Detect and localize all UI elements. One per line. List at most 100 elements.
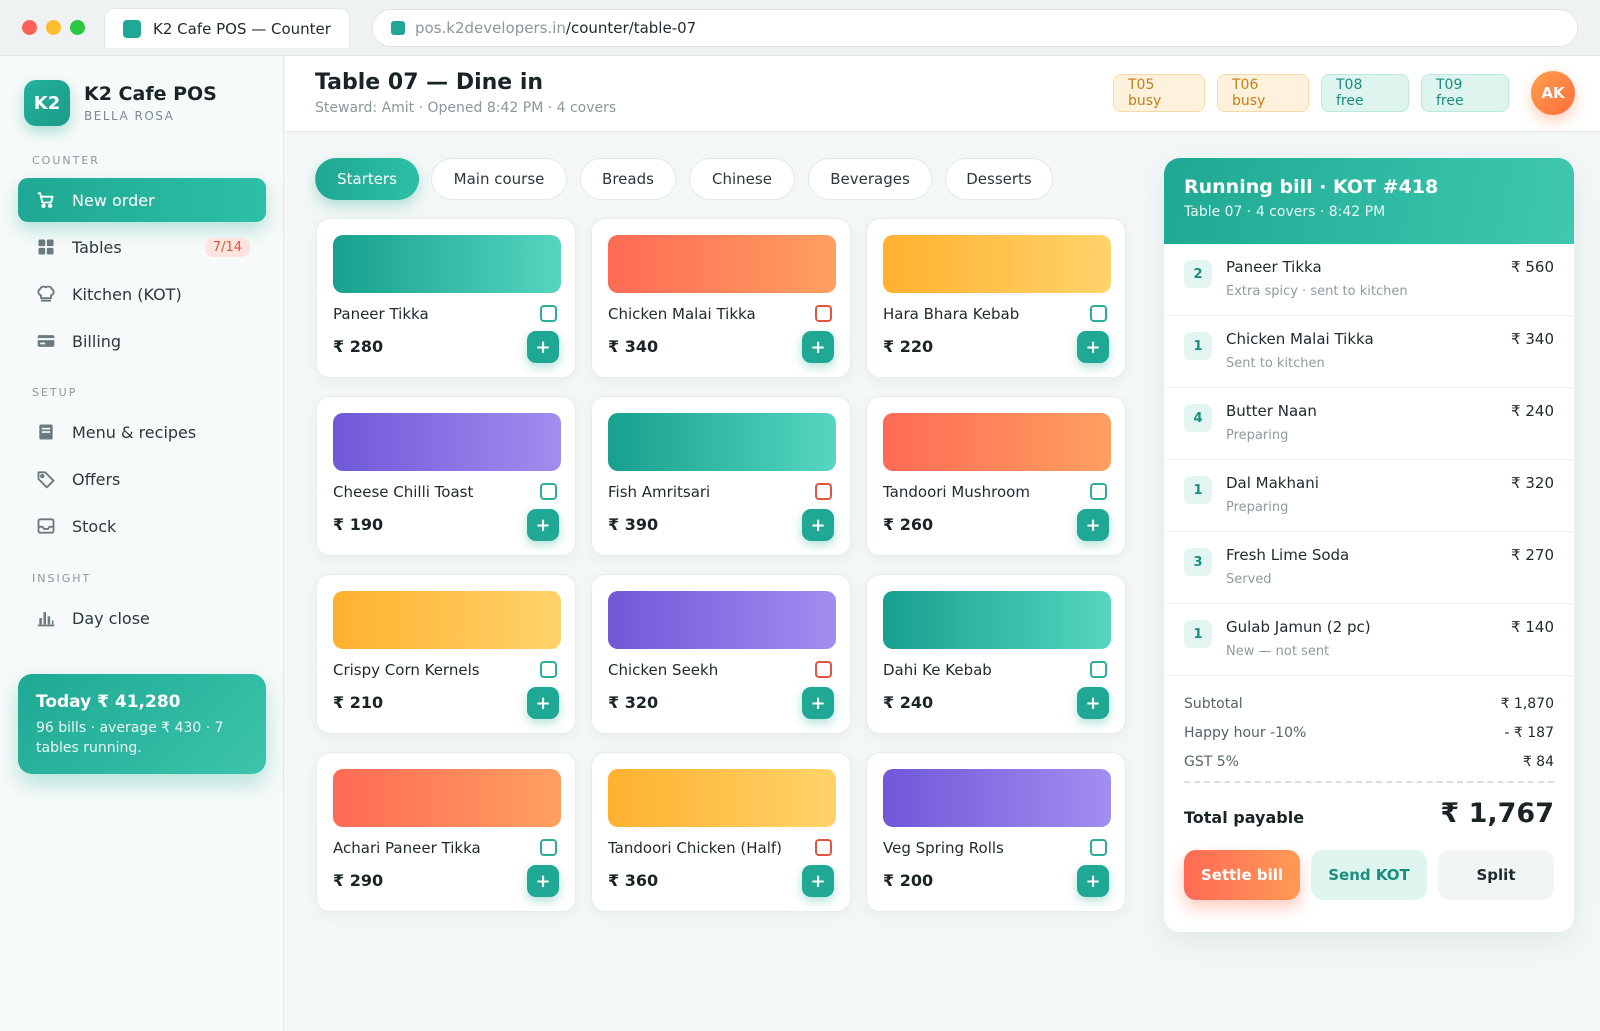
add-item-button[interactable]: + <box>527 865 559 897</box>
settle-bill-button[interactable]: Settle bill <box>1184 850 1300 900</box>
gst-value: ₹ 84 <box>1522 754 1554 770</box>
item-note: Served <box>1226 572 1272 587</box>
table-chip-t09[interactable]: T09 free <box>1421 74 1509 112</box>
bill-line-item[interactable]: 3 Fresh Lime Soda Served ₹ 270 <box>1164 532 1574 604</box>
menu-item-card[interactable]: Fish Amritsari ₹ 390 + <box>591 396 851 556</box>
menu-item-card[interactable]: Hara Bhara Kebab ₹ 220 + <box>866 218 1126 378</box>
item-price: ₹ 390 <box>608 515 659 534</box>
split-bill-button[interactable]: Split <box>1438 850 1554 900</box>
total-label: Total payable <box>1184 808 1305 827</box>
bill-line-item[interactable]: 1 Gulab Jamun (2 pc) New — not sent ₹ 14… <box>1164 604 1574 676</box>
item-price: ₹ 360 <box>608 871 659 890</box>
non-veg-indicator <box>815 661 832 678</box>
tab-desserts[interactable]: Desserts <box>945 158 1053 200</box>
subtotal-value: ₹ 1,870 <box>1500 696 1554 712</box>
menu-item-card[interactable]: Paneer Tikka ₹ 280 + <box>316 218 576 378</box>
menu-item-card[interactable]: Veg Spring Rolls ₹ 200 + <box>866 752 1126 912</box>
item-quantity: 1 <box>1184 476 1212 504</box>
tab-beverages[interactable]: Beverages <box>808 158 932 200</box>
add-item-button[interactable]: + <box>527 687 559 719</box>
send-kot-button[interactable]: Send KOT <box>1311 850 1427 900</box>
add-item-button[interactable]: + <box>1077 865 1109 897</box>
item-price: ₹ 200 <box>883 871 934 890</box>
maximize-window-button[interactable] <box>70 20 85 35</box>
add-item-button[interactable]: + <box>527 509 559 541</box>
sidebar-item-kitchen[interactable]: Kitchen (KOT) <box>18 272 266 316</box>
add-item-button[interactable]: + <box>527 331 559 363</box>
sidebar-item-tables[interactable]: Tables 7/14 <box>18 225 266 269</box>
veg-indicator <box>540 483 557 500</box>
menu-item-card[interactable]: Chicken Seekh ₹ 320 + <box>591 574 851 734</box>
sidebar-item-new-order[interactable]: New order <box>18 178 266 222</box>
add-item-button[interactable]: + <box>802 687 834 719</box>
tag-icon <box>36 469 56 489</box>
sidebar-item-stock[interactable]: Stock <box>18 504 266 548</box>
menu-item-card[interactable]: Chicken Malai Tikka ₹ 340 + <box>591 218 851 378</box>
menu-item-card[interactable]: Cheese Chilli Toast ₹ 190 + <box>316 396 576 556</box>
address-bar[interactable]: pos.k2developers.in/counter/table-07 <box>372 9 1578 47</box>
add-item-button[interactable]: + <box>1077 687 1109 719</box>
veg-indicator <box>540 305 557 322</box>
item-image <box>883 591 1111 649</box>
bill-line-item[interactable]: 1 Chicken Malai Tikka Sent to kitchen ₹ … <box>1164 316 1574 388</box>
item-name: Chicken Malai Tikka <box>1226 330 1374 348</box>
bill-line-item[interactable]: 1 Dal Makhani Preparing ₹ 320 <box>1164 460 1574 532</box>
tab-main-course[interactable]: Main course <box>431 158 567 200</box>
user-avatar[interactable]: AK <box>1531 71 1575 115</box>
sidebar-item-menu-recipes[interactable]: Menu & recipes <box>18 410 266 454</box>
sidebar-item-label: Stock <box>72 516 117 536</box>
item-price: ₹ 320 <box>608 693 659 712</box>
sidebar-item-label: Menu & recipes <box>72 422 197 442</box>
menu-item-card[interactable]: Tandoori Chicken (Half) ₹ 360 + <box>591 752 851 912</box>
item-name: Paneer Tikka <box>1226 258 1322 276</box>
table-chip-t06[interactable]: T06 busy <box>1217 74 1309 112</box>
item-name: Fish Amritsari <box>608 483 711 501</box>
item-image <box>608 769 836 827</box>
close-window-button[interactable] <box>22 20 37 35</box>
sidebar-item-offers[interactable]: Offers <box>18 457 266 501</box>
add-item-button[interactable]: + <box>802 331 834 363</box>
bill-line-item[interactable]: 4 Butter Naan Preparing ₹ 240 <box>1164 388 1574 460</box>
add-item-button[interactable]: + <box>802 509 834 541</box>
browser-tab[interactable]: K2 Cafe POS — Counter <box>104 8 350 48</box>
gst-label: GST 5% <box>1184 754 1239 770</box>
non-veg-indicator <box>815 305 832 322</box>
menu-item-card[interactable]: Achari Paneer Tikka ₹ 290 + <box>316 752 576 912</box>
item-price: ₹ 240 <box>1511 402 1554 420</box>
item-image <box>883 413 1111 471</box>
subtotal-row: Subtotal ₹ 1,870 <box>1184 696 1554 712</box>
minimize-window-button[interactable] <box>46 20 61 35</box>
item-price: ₹ 320 <box>1511 474 1554 492</box>
card-icon <box>36 331 56 351</box>
sidebar-item-label: Billing <box>72 331 122 351</box>
sidebar-item-day-close[interactable]: Day close <box>18 596 266 640</box>
cart-icon <box>36 190 56 210</box>
bill-line-item[interactable]: 2 Paneer Tikka Extra spicy · sent to kit… <box>1164 244 1574 316</box>
table-chip-t08[interactable]: T08 free <box>1321 74 1409 112</box>
tab-chinese[interactable]: Chinese <box>689 158 795 200</box>
table-chip-t05[interactable]: T05 busy <box>1113 74 1205 112</box>
subtotal-label: Subtotal <box>1184 696 1243 712</box>
add-item-button[interactable]: + <box>802 865 834 897</box>
item-image <box>608 413 836 471</box>
sidebar-item-billing[interactable]: Billing <box>18 319 266 363</box>
menu-item-card[interactable]: Dahi Ke Kebab ₹ 240 + <box>866 574 1126 734</box>
bill-subtitle: Table 07 · 4 covers · 8:42 PM <box>1184 204 1386 220</box>
tab-title: K2 Cafe POS — Counter <box>153 19 331 38</box>
tab-breads[interactable]: Breads <box>580 158 676 200</box>
tab-starters[interactable]: Starters <box>315 158 419 200</box>
item-image <box>883 235 1111 293</box>
item-name: Cheese Chilli Toast <box>333 483 474 501</box>
brand[interactable]: K2 K2 Cafe POS BELLA ROSA <box>24 80 217 126</box>
add-item-button[interactable]: + <box>1077 509 1109 541</box>
item-image <box>333 235 561 293</box>
section-label-counter: COUNTER <box>32 154 100 167</box>
item-price: ₹ 280 <box>333 337 384 356</box>
item-quantity: 4 <box>1184 404 1212 432</box>
chef-hat-icon <box>36 284 56 304</box>
add-item-button[interactable]: + <box>1077 331 1109 363</box>
total-divider <box>1184 781 1554 783</box>
veg-indicator <box>1090 661 1107 678</box>
menu-item-card[interactable]: Crispy Corn Kernels ₹ 210 + <box>316 574 576 734</box>
menu-item-card[interactable]: Tandoori Mushroom ₹ 260 + <box>866 396 1126 556</box>
